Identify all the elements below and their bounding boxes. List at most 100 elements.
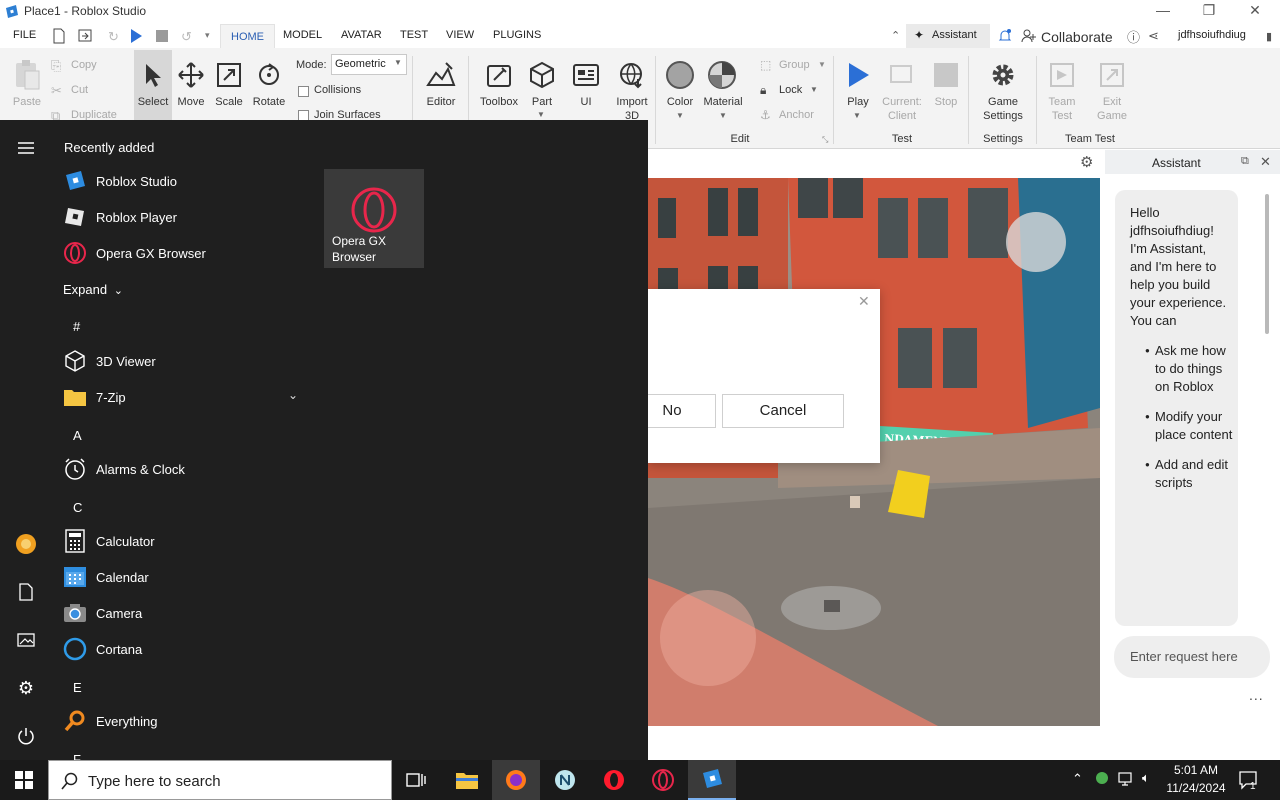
clock-time[interactable]: 5:01 AM [1166,763,1226,777]
collisions-checkbox[interactable] [298,86,309,97]
quick-access-dropdown-icon[interactable]: ▾ [205,30,210,41]
app-3d-viewer[interactable]: 3D Viewer [60,343,310,379]
app-alarms-clock[interactable]: Alarms & Clock [60,451,310,487]
tab-home[interactable]: HOME [220,24,275,49]
assistant-scrollbar[interactable] [1265,194,1269,334]
assistant-button[interactable]: ✦ Assistant [906,24,990,48]
tab-test[interactable]: TEST [400,29,428,41]
tab-view[interactable]: VIEW [446,29,474,41]
exit-game-icon[interactable] [1096,60,1128,90]
dialog-close-icon[interactable]: ✕ [858,293,870,310]
show-hidden-icons-chevron[interactable]: ⌃ [1072,771,1083,787]
color-icon[interactable] [664,60,696,90]
close-window-button[interactable]: ✕ [1235,2,1275,19]
chevron-up-icon[interactable]: ⌃ [891,29,900,42]
part-icon[interactable] [526,60,558,90]
rotate-icon[interactable] [253,60,285,90]
tab-avatar[interactable]: AVATAR [341,29,382,41]
section-header-c[interactable]: C [73,500,82,515]
group-icon[interactable]: ⬚ [760,58,771,72]
viewport-settings-gear-icon[interactable]: ⚙ [1080,153,1093,171]
close-panel-icon[interactable]: ✕ [1260,154,1271,170]
chevron-down-icon[interactable]: ⌄ [288,388,298,402]
section-header-hash[interactable]: # [73,319,80,334]
app-opera-gx[interactable]: Opera GX Browser [60,235,310,271]
part-dropdown-icon[interactable]: ▼ [537,110,545,119]
settings-icon[interactable]: ⚙ [12,674,40,702]
help-icon[interactable]: ⓘ [1127,27,1140,46]
minimize-button[interactable]: — [1143,2,1183,18]
username-label[interactable]: jdfhsoiufhdiug [1178,29,1246,41]
move-icon[interactable] [175,60,207,90]
group-dropdown-icon[interactable]: ▼ [818,60,826,69]
maximize-button[interactable]: ❐ [1189,2,1229,19]
cut-icon[interactable]: ✂ [51,83,62,99]
toolbox-icon[interactable] [482,60,516,90]
lock-dropdown-icon[interactable]: ▼ [810,85,818,94]
app-7zip[interactable]: 7-Zip [60,379,310,415]
documents-icon[interactable] [12,578,40,606]
task-view-icon[interactable] [392,760,440,800]
roblox-studio-taskbar-icon[interactable] [688,760,736,800]
terminal-app-icon[interactable] [541,760,589,800]
app-everything[interactable]: Everything [60,703,310,739]
section-header-a[interactable]: A [73,428,82,443]
anchor-button[interactable]: Anchor [779,109,814,121]
clock-date[interactable]: 11/24/2024 [1162,781,1230,795]
opera-gx-taskbar-icon[interactable] [639,760,687,800]
assistant-request-input[interactable]: Enter request here [1114,636,1270,678]
open-file-icon[interactable] [77,28,93,44]
hamburger-menu-icon[interactable] [12,134,40,162]
play-quick-icon[interactable] [128,28,144,44]
windows-start-button[interactable] [0,760,48,800]
material-icon[interactable] [706,60,738,90]
new-file-icon[interactable] [52,28,66,44]
play-icon[interactable] [842,60,874,90]
app-calendar[interactable]: Calendar [60,559,310,595]
scale-icon[interactable] [213,60,245,90]
current-client-icon[interactable] [886,60,918,90]
team-test-icon[interactable] [1046,60,1078,90]
opera-gx-tile[interactable]: Opera GX Browser [324,169,424,268]
dialog-cancel-button[interactable]: Cancel [722,394,844,428]
tab-model[interactable]: MODEL [283,29,322,41]
pictures-icon[interactable] [12,626,40,654]
share-icon[interactable]: ⋖ [1148,28,1159,44]
copy-icon[interactable]: ⎘ [51,58,61,74]
undo-icon[interactable]: ↺ [181,29,192,45]
material-dropdown-icon[interactable]: ▼ [719,111,727,120]
app-roblox-player[interactable]: Roblox Player [60,199,310,235]
select-button[interactable]: Select [134,50,172,120]
collaborate-icon[interactable] [1021,28,1037,44]
opera-icon[interactable] [590,760,638,800]
anchor-icon[interactable]: ⚓︎ [760,108,771,122]
lock-button[interactable]: Lock [779,84,802,96]
profile-icon[interactable]: ▮ [1266,30,1272,43]
undock-icon[interactable]: ⧉ [1241,155,1249,168]
color-dropdown-icon[interactable]: ▼ [676,111,684,120]
cut-button[interactable]: Cut [71,84,88,96]
file-menu[interactable]: FILE [13,29,36,41]
mode-select[interactable]: Geometric ▼ [331,54,407,75]
expand-link[interactable]: Expand ⌄ [63,282,123,297]
user-avatar-icon[interactable] [12,530,40,558]
stop-icon[interactable] [930,60,962,90]
tray-app-icon[interactable] [1094,770,1110,786]
app-cortana[interactable]: Cortana [60,631,310,667]
gear-icon[interactable] [986,60,1020,90]
copy-button[interactable]: Copy [71,59,97,71]
app-roblox-studio[interactable]: Roblox Studio [60,163,310,199]
tab-plugins[interactable]: PLUGINS [493,29,541,41]
assistant-more-icon[interactable]: ... [1249,687,1264,703]
notification-bell-icon[interactable] [998,28,1012,44]
firefox-icon[interactable] [492,760,540,800]
terrain-editor-icon[interactable] [424,60,458,90]
redo-icon[interactable]: ↻ [108,29,119,45]
network-icon[interactable] [1118,771,1136,787]
group-button[interactable]: Group [779,59,810,71]
paste-icon[interactable] [12,58,42,92]
collaborate-button[interactable]: Collaborate [1041,29,1113,45]
volume-icon[interactable]: 🔈︎ [1142,770,1150,786]
expand-group-icon[interactable]: ⤡ [822,135,828,145]
app-camera[interactable]: Camera [60,595,310,631]
